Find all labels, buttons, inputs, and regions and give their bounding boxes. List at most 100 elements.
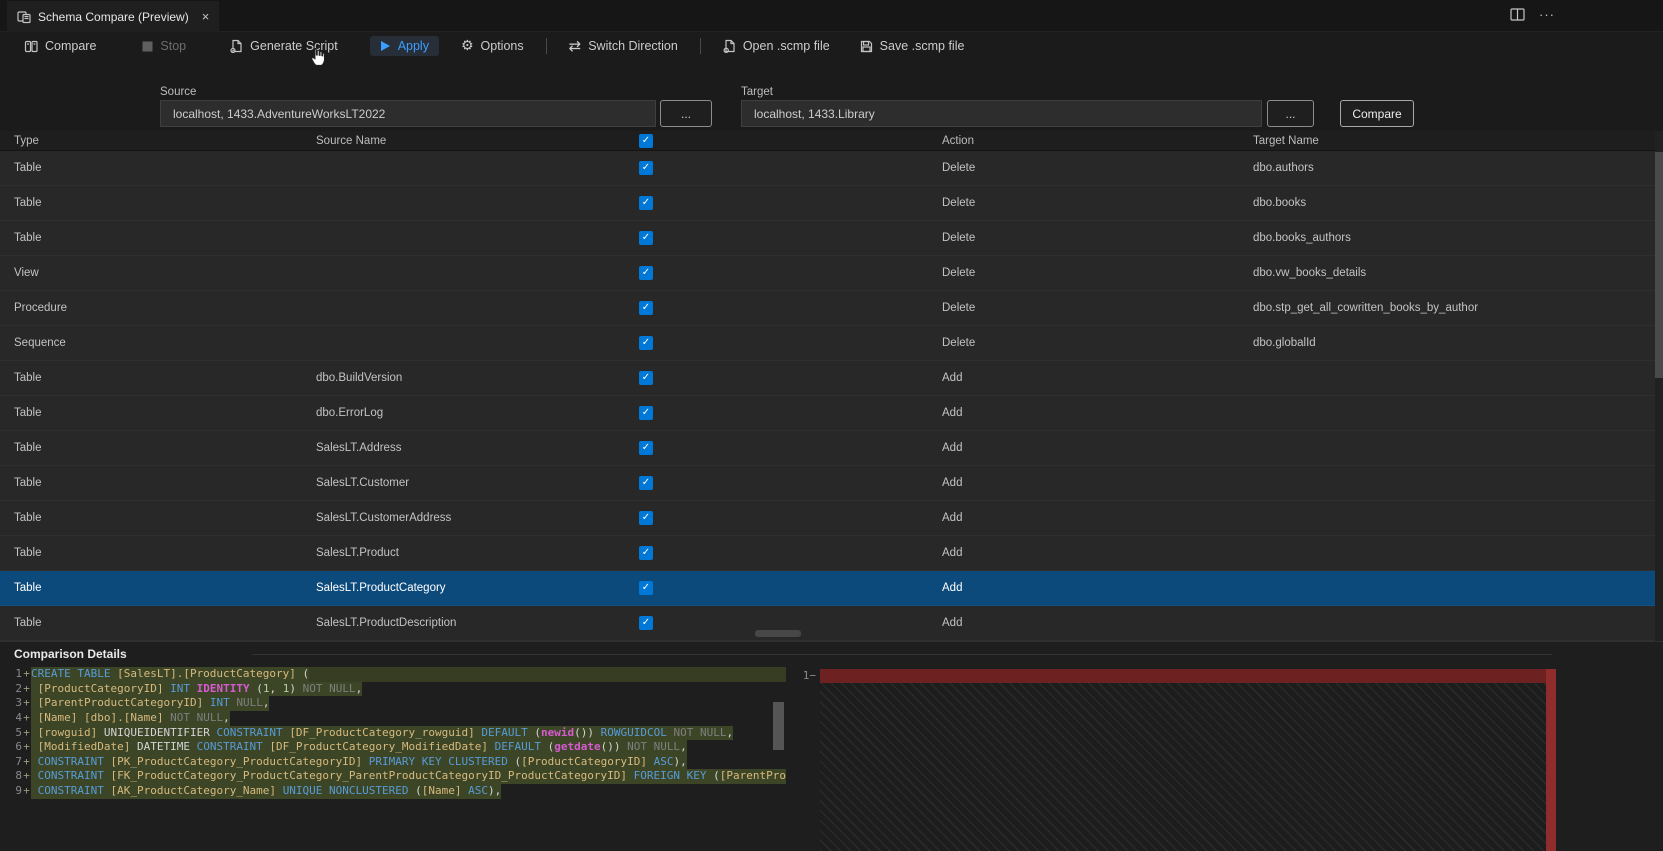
cell-type: Table — [14, 442, 42, 454]
row-include-checkbox[interactable]: ✓ — [639, 476, 653, 490]
cell-action: Add — [942, 372, 963, 384]
compare-button[interactable]: Compare — [14, 36, 106, 56]
more-actions-icon[interactable]: ··· — [1539, 7, 1555, 22]
line-number: 7 — [15, 754, 22, 768]
row-include-checkbox[interactable]: ✓ — [639, 336, 653, 350]
cell-source-name: dbo.ErrorLog — [316, 407, 384, 419]
row-include-checkbox[interactable]: ✓ — [639, 301, 653, 315]
cell-source-name: SalesLT.Product — [316, 547, 399, 559]
line-number: 8 — [15, 769, 22, 783]
diff-add-sign: + — [23, 725, 30, 739]
table-row[interactable]: Table SalesLT.ProductDescription ✓ Add — [0, 606, 1655, 641]
source-input[interactable]: localhost, 1433.AdventureWorksLT2022 — [160, 100, 656, 127]
target-input[interactable]: localhost, 1433.Library — [741, 100, 1262, 127]
cell-target-name: dbo.globalId — [1253, 337, 1316, 349]
diff-added-line: 1 + CREATE TABLE [SalesLT].[ProductCategor… — [0, 667, 786, 682]
generate-script-button[interactable]: Generate Script — [220, 36, 348, 56]
schema-compare-toolbar: Compare Stop Generate Script Apply ⚙ Opt… — [0, 32, 1663, 60]
compare-label: Compare — [45, 39, 97, 53]
diff-add-sign: + — [23, 769, 30, 783]
table-row[interactable]: Table ✓ Delete dbo.authors — [0, 151, 1655, 186]
cell-action: Delete — [942, 267, 976, 279]
comparison-details-panel: Comparison Details 1 + CREATE TABLE [Sales… — [0, 641, 1663, 851]
source-editor-scrollbar-thumb[interactable] — [773, 702, 784, 750]
source-browse-button[interactable]: ... — [660, 100, 712, 127]
row-include-checkbox[interactable]: ✓ — [639, 196, 653, 210]
compare-run-button[interactable]: Compare — [1340, 100, 1414, 127]
diff-added-line: 8 + CONSTRAINT [FK_ProductCategory_Produc… — [0, 769, 786, 785]
table-row[interactable]: Table SalesLT.Customer ✓ Add — [0, 466, 1655, 501]
toolbar-separator — [545, 38, 547, 54]
stop-button[interactable]: Stop — [132, 36, 196, 56]
close-icon[interactable]: × — [202, 9, 210, 24]
source-diff-editor[interactable]: 1 + CREATE TABLE [SalesLT].[ProductCategor… — [0, 667, 786, 851]
table-row[interactable]: View ✓ Delete dbo.vw_books_details — [0, 256, 1655, 291]
split-editor-icon[interactable] — [1510, 8, 1525, 21]
column-type[interactable]: Type — [0, 135, 316, 147]
open-scmp-button[interactable]: Open .scmp file — [713, 36, 840, 56]
schema-compare-icon — [17, 10, 31, 23]
cell-type: Table — [14, 162, 42, 174]
switch-direction-button[interactable]: ⇄ Switch Direction — [559, 36, 688, 57]
cell-type: Table — [14, 582, 42, 594]
cell-source-name: SalesLT.Address — [316, 442, 402, 454]
table-row[interactable]: Sequence ✓ Delete dbo.globalId — [0, 326, 1655, 361]
column-action[interactable]: Action — [942, 135, 1253, 147]
table-row[interactable]: Table SalesLT.CustomerAddress ✓ Add — [0, 501, 1655, 536]
source-value: localhost, 1433.AdventureWorksLT2022 — [173, 106, 386, 121]
switch-direction-icon: ⇄ — [568, 36, 582, 55]
table-row[interactable]: Table SalesLT.Product ✓ Add — [0, 536, 1655, 571]
target-label: Target — [741, 86, 773, 98]
row-include-checkbox[interactable]: ✓ — [639, 266, 653, 280]
target-diff-editor[interactable]: 1− — [792, 667, 1556, 851]
cell-action: Add — [942, 477, 963, 489]
row-include-checkbox[interactable]: ✓ — [639, 581, 653, 595]
table-row[interactable]: Procedure ✓ Delete dbo.stp_get_all_cowritte… — [0, 291, 1655, 326]
line-number: 3 — [15, 696, 22, 710]
target-diff-gutter: 1− — [802, 669, 816, 682]
row-include-checkbox[interactable]: ✓ — [639, 406, 653, 420]
cell-type: Table — [14, 547, 42, 559]
empty-diff-hatch-region — [820, 683, 1546, 851]
table-row[interactable]: Table SalesLT.ProductCategory ✓ Add — [0, 571, 1655, 606]
table-row[interactable]: Table ✓ Delete dbo.books_authors — [0, 221, 1655, 256]
cell-source-name: SalesLT.ProductCategory — [316, 582, 446, 594]
table-row[interactable]: Table dbo.ErrorLog ✓ Add — [0, 396, 1655, 431]
cell-action: Add — [942, 617, 963, 629]
cell-action: Delete — [942, 162, 976, 174]
cell-target-name: dbo.authors — [1253, 162, 1314, 174]
table-row[interactable]: Table SalesLT.Address ✓ Add — [0, 431, 1655, 466]
column-target-name[interactable]: Target Name — [1253, 135, 1655, 147]
cell-action: Add — [942, 582, 963, 594]
grid-horizontal-scrollbar-thumb[interactable] — [755, 630, 801, 637]
save-scmp-button[interactable]: Save .scmp file — [850, 36, 975, 56]
cell-type: Sequence — [14, 337, 66, 349]
cell-action: Delete — [942, 337, 976, 349]
row-include-checkbox[interactable]: ✓ — [639, 616, 653, 630]
tab-schema-compare[interactable]: Schema Compare (Preview) × — [7, 1, 220, 32]
diff-add-sign: + — [23, 754, 30, 768]
options-button[interactable]: ⚙ Options — [451, 36, 534, 56]
row-include-checkbox[interactable]: ✓ — [639, 546, 653, 560]
select-all-checkbox[interactable]: ✓ — [639, 133, 653, 148]
stop-icon — [142, 41, 153, 51]
apply-button[interactable]: Apply — [369, 36, 439, 56]
play-icon — [380, 41, 390, 51]
tab-bar: Schema Compare (Preview) × ··· — [0, 0, 1663, 32]
row-include-checkbox[interactable]: ✓ — [639, 161, 653, 175]
row-include-checkbox[interactable]: ✓ — [639, 511, 653, 525]
row-include-checkbox[interactable]: ✓ — [639, 441, 653, 455]
diff-add-sign: + — [23, 784, 30, 798]
table-row[interactable]: Table dbo.BuildVersion ✓ Add — [0, 361, 1655, 396]
cell-action: Add — [942, 547, 963, 559]
row-include-checkbox[interactable]: ✓ — [639, 231, 653, 245]
line-number: 4 — [15, 710, 22, 724]
table-row[interactable]: Table ✓ Delete dbo.books — [0, 186, 1655, 221]
grid-vertical-scrollbar-thumb[interactable] — [1655, 152, 1663, 378]
gear-icon: ⚙ — [460, 38, 474, 54]
toolbar-separator — [699, 38, 701, 54]
target-browse-button[interactable]: ... — [1267, 100, 1314, 127]
row-include-checkbox[interactable]: ✓ — [639, 371, 653, 385]
diff-add-sign: + — [23, 740, 30, 754]
column-source-name[interactable]: Source Name — [316, 135, 626, 147]
